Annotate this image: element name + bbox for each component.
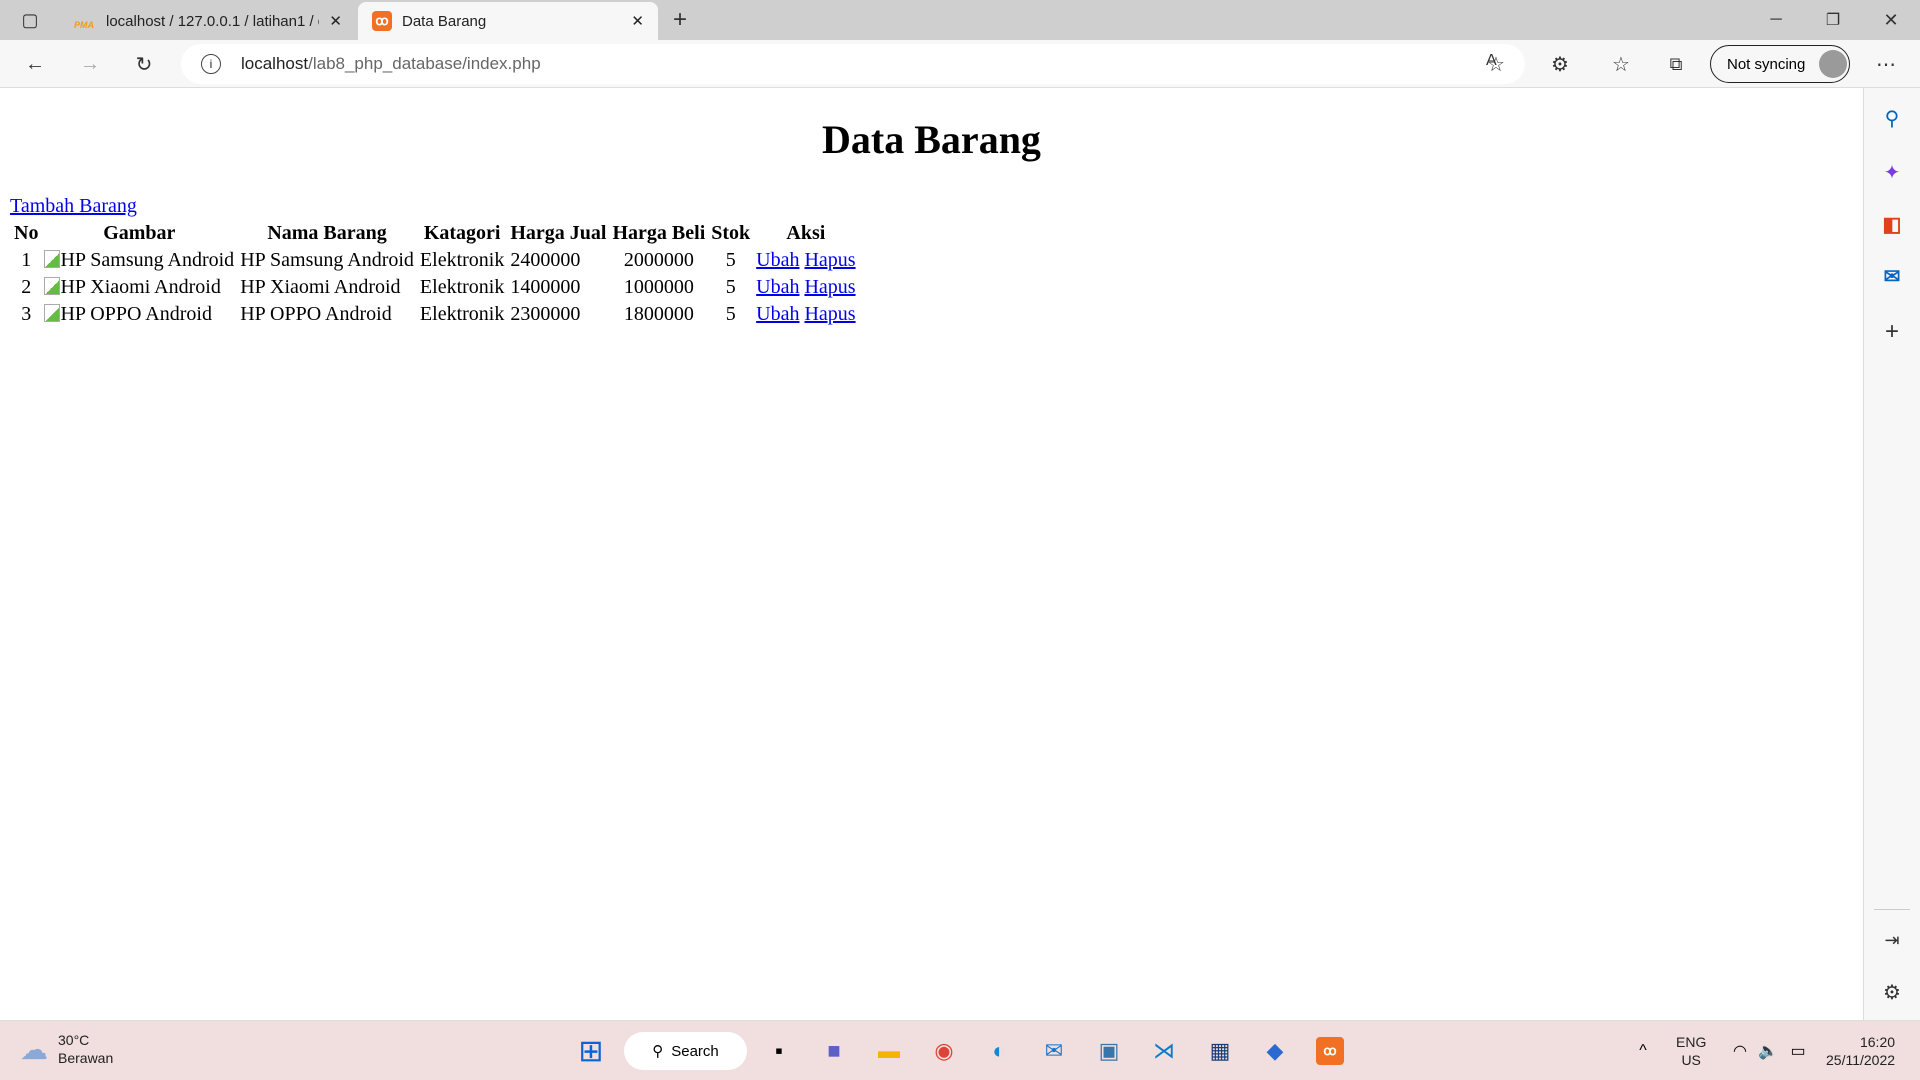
minimize-icon[interactable]: ─: [1764, 6, 1788, 34]
delete-link[interactable]: Hapus: [804, 249, 855, 271]
tab-actions-icon[interactable]: ▢: [18, 8, 42, 32]
new-tab-icon[interactable]: +: [668, 6, 692, 34]
edit-link[interactable]: Ubah: [756, 303, 799, 325]
mail-icon[interactable]: ✉: [1034, 1031, 1074, 1071]
cloud-icon: ☁: [20, 1033, 48, 1065]
toolbar: ← → ↻ i localhost/lab8_php_database/inde…: [0, 40, 1920, 88]
discover-icon[interactable]: ✦: [1878, 158, 1906, 186]
item-image: HP Samsung Android: [42, 248, 236, 273]
address-bar[interactable]: i localhost/lab8_php_database/index.php …: [181, 44, 1525, 84]
edge-icon[interactable]: ◐: [979, 1031, 1019, 1071]
url-host: localhost: [241, 54, 309, 73]
taskbar: ☁ 30°C Berawan ⊞ ⚲ Search ▪ ■ ▬ ◉ ◐ ✉ ▣ ⋊ …: [0, 1020, 1920, 1080]
add-favorite-icon[interactable]: ☆: [1482, 50, 1510, 78]
item-image: HP Xiaomi Android: [42, 275, 236, 300]
profile-sync-button[interactable]: Not syncing: [1710, 45, 1850, 83]
office-icon[interactable]: ◧: [1878, 210, 1906, 238]
col-beli: Harga Beli: [612, 222, 706, 244]
collections-icon[interactable]: ⧉: [1662, 50, 1690, 78]
table-row: 2 HP Xiaomi Android HP Xiaomi Android El…: [21, 275, 856, 300]
app-icon[interactable]: ◆: [1255, 1031, 1295, 1071]
close-tab-icon[interactable]: ✕: [631, 12, 644, 30]
add-icon[interactable]: +: [1878, 318, 1906, 346]
weather-widget[interactable]: ☁ 30°C Berawan: [20, 1031, 113, 1067]
show-hidden-icons[interactable]: ^: [1623, 1031, 1663, 1071]
taskbar-search[interactable]: ⚲ Search: [624, 1032, 747, 1070]
vscode-icon[interactable]: ⋊: [1144, 1031, 1184, 1071]
url-path: /lab8_php_database/index.php: [308, 54, 541, 73]
table-header: No Gambar Nama Barang Katagori Harga Jua…: [12, 221, 858, 246]
devcpp-icon[interactable]: ▦: [1200, 1031, 1240, 1071]
battery-icon[interactable]: ▭: [1778, 1031, 1818, 1071]
file-explorer-icon[interactable]: ▬: [869, 1031, 909, 1071]
tab-phpmyadmin[interactable]: PMA localhost / 127.0.0.1 / latihan1 / d…: [60, 2, 356, 40]
teams-chat-icon[interactable]: ■: [814, 1031, 854, 1071]
chrome-icon[interactable]: ◉: [924, 1031, 964, 1071]
favorites-icon[interactable]: ☆: [1607, 50, 1635, 78]
phpmyadmin-icon: PMA: [74, 20, 94, 30]
task-view-icon[interactable]: ▪: [759, 1031, 799, 1071]
search-icon[interactable]: ⚲: [1878, 104, 1906, 132]
edge-sidebar: ⚲ ✦ ◧ ✉ + ⇥ ⚙: [1863, 88, 1920, 1020]
language-indicator[interactable]: ENG US: [1676, 1033, 1706, 1069]
col-nama: Nama Barang: [267, 222, 387, 244]
info-icon[interactable]: i: [201, 54, 221, 74]
tab-bar: ▢ PMA localhost / 127.0.0.1 / latihan1 /…: [0, 0, 1920, 40]
items-table: No Gambar Nama Barang Katagori Harga Jua…: [10, 219, 860, 329]
broken-image-icon: [44, 277, 61, 295]
tab-data-barang[interactable]: ꝏ Data Barang ✕: [358, 2, 658, 40]
back-icon[interactable]: ←: [22, 50, 48, 78]
item-image: HP OPPO Android: [42, 302, 236, 327]
table-row: 3 HP OPPO Android HP OPPO Android Elektr…: [21, 302, 856, 327]
xampp-icon: ꝏ: [372, 11, 392, 31]
search-icon: ⚲: [652, 1043, 664, 1060]
col-stok: Stok: [711, 222, 751, 244]
col-gambar: Gambar: [103, 222, 176, 244]
avatar: [1819, 50, 1848, 78]
table-row: 1 HP Samsung Android HP Samsung Android …: [21, 248, 856, 273]
clock[interactable]: 16:20 25/11/2022: [1826, 1033, 1895, 1069]
forward-icon[interactable]: →: [77, 50, 103, 78]
python-icon[interactable]: ▣: [1089, 1031, 1129, 1071]
edit-link[interactable]: Ubah: [756, 276, 799, 298]
delete-link[interactable]: Hapus: [804, 276, 855, 298]
close-tab-icon[interactable]: ✕: [329, 12, 342, 30]
settings-icon[interactable]: ⚙: [1878, 978, 1906, 1006]
col-aksi: Aksi: [786, 222, 826, 244]
col-jual: Harga Jual: [510, 222, 607, 244]
xampp-icon[interactable]: ꝏ: [1310, 1031, 1350, 1071]
page-content: Data Barang Tambah Barang No Gambar Nama…: [0, 88, 1863, 1020]
start-icon[interactable]: ⊞: [571, 1031, 611, 1071]
outlook-icon[interactable]: ✉: [1878, 262, 1906, 290]
delete-link[interactable]: Hapus: [804, 303, 855, 325]
col-no: No: [14, 222, 39, 244]
refresh-icon[interactable]: ↻: [131, 50, 157, 78]
extensions-icon[interactable]: ⚙: [1546, 50, 1574, 78]
page-title: Data Barang: [822, 117, 1041, 162]
broken-image-icon: [44, 250, 61, 268]
add-item-link[interactable]: Tambah Barang: [10, 195, 137, 218]
more-icon[interactable]: ⋯: [1872, 50, 1900, 78]
divider: [1874, 909, 1910, 910]
edit-link[interactable]: Ubah: [756, 249, 799, 271]
col-kategori: Katagori: [423, 222, 501, 244]
broken-image-icon: [44, 304, 61, 322]
restore-icon[interactable]: ❐: [1821, 6, 1845, 34]
hide-sidebar-icon[interactable]: ⇥: [1878, 926, 1906, 954]
close-window-icon[interactable]: ✕: [1879, 6, 1903, 34]
